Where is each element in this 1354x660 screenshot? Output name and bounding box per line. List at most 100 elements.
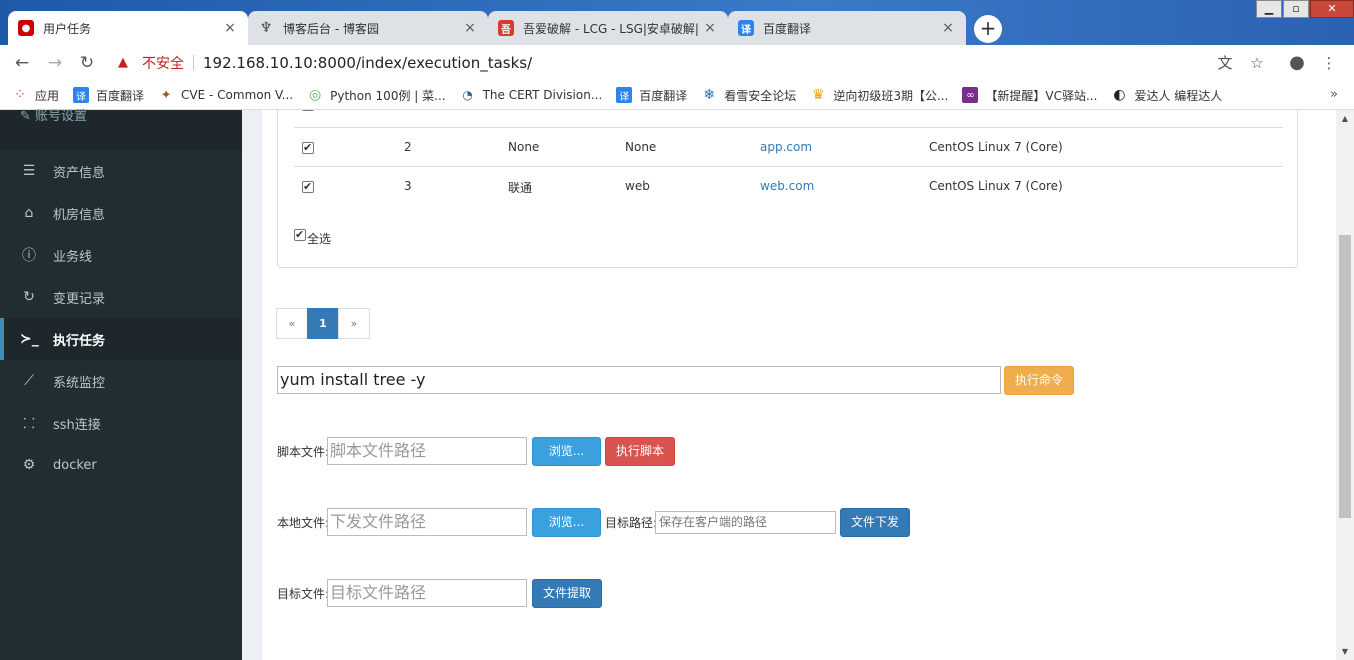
star-icon[interactable]: ☆ (1246, 52, 1268, 74)
close-icon[interactable]: × (702, 20, 718, 36)
host-os: CentOS Linux 7 (Core) (929, 179, 1063, 193)
sidebar: ✎ 账号设置 ☰ 资产信息 ⌂ 机房信息 ⓘ 业务线 ↻ 变更记录 ≻_ 执行任… (0, 110, 242, 660)
home-icon: ⌂ (24, 205, 34, 221)
pagination-next[interactable]: » (338, 308, 370, 339)
address-bar[interactable]: ▲ 不安全 192.168.10.10:8000/index/execution… (110, 49, 1210, 77)
minimize-button[interactable]: ▁ (1256, 0, 1282, 18)
tab-52pojie[interactable]: 吾 吾爱破解 - LCG - LSG|安卓破解| × (488, 11, 728, 45)
maximize-button[interactable]: ▫ (1283, 0, 1309, 18)
tab-user-tasks[interactable]: ● 用户任务 × (8, 11, 248, 45)
baidu-translate-icon: 译 (73, 87, 90, 103)
tab-title: 吾爱破解 - LCG - LSG|安卓破解| (523, 21, 699, 36)
script-browse-button[interactable]: 浏览... (532, 437, 601, 466)
menu-icon[interactable]: ⋮ (1318, 52, 1340, 74)
script-file-path-input[interactable]: 脚本文件路径 (327, 437, 527, 465)
pagination-page-current[interactable]: 1 (307, 308, 339, 339)
host-business: None (625, 140, 657, 154)
warning-icon[interactable]: ▲ (118, 56, 134, 70)
execute-script-button[interactable]: 执行脚本 (605, 437, 675, 466)
page-scrollbar[interactable]: ▲ ▼ (1336, 110, 1354, 660)
host-business: web (625, 179, 650, 193)
back-button[interactable]: ← (11, 52, 33, 74)
bookmark-label: CVE - Common V... (181, 88, 294, 102)
sidebar-item-ssh[interactable]: ⸬ ssh连接 (0, 402, 242, 444)
host-os: CentOS Linux 7 (Core) (929, 140, 1063, 154)
bookmark-item[interactable]: ◎ Python 100例 | 菜... (307, 87, 446, 104)
sidebar-item-idc[interactable]: ⌂ 机房信息 (0, 192, 242, 234)
send-file-button[interactable]: 文件下发 (840, 508, 910, 537)
scroll-down-icon[interactable]: ▼ (1336, 643, 1354, 660)
sidebar-item-assets[interactable]: ☰ 资产信息 (0, 150, 242, 192)
sidebar-item-label: 业务线 (53, 249, 93, 265)
bookmark-item[interactable]: 译 百度翻译 (616, 87, 687, 104)
tab-title: 百度翻译 (763, 21, 812, 36)
bookmark-label: 爱达人 编程达人 (1134, 88, 1223, 103)
row-checkbox[interactable] (302, 180, 314, 194)
close-icon[interactable]: × (940, 20, 956, 36)
sidebar-item-business[interactable]: ⓘ 业务线 (0, 234, 242, 276)
bookmark-item[interactable]: ♛ 逆向初级班3期【公... (810, 87, 948, 104)
pagination-prev[interactable]: « (276, 308, 308, 339)
bookmark-item[interactable]: ∞ 【新提醒】VC驿站... (962, 87, 1097, 104)
bookmark-label: 【新提醒】VC驿站... (985, 88, 1098, 103)
upload-file-path-input[interactable]: 下发文件路径 (327, 508, 527, 536)
host-link[interactable]: web.com (760, 179, 814, 193)
tab-cnblogs[interactable]: ♆ 博客后台 - 博客园 × (248, 11, 488, 45)
hosts-panel: 2 None None app.com CentOS Linux 7 (Core… (277, 110, 1298, 268)
table-row (294, 110, 1283, 127)
translate-icon[interactable]: 文 (1214, 52, 1236, 74)
target-file-path-input[interactable]: 目标文件路径 (327, 579, 527, 607)
execute-command-button[interactable]: 执行命令 (1004, 366, 1074, 395)
sidebar-item-label: 资产信息 (53, 165, 106, 181)
select-all-checkbox[interactable] (294, 228, 306, 242)
bookmark-item[interactable]: ✦ CVE - Common V... (158, 87, 294, 103)
scroll-up-icon[interactable]: ▲ (1336, 110, 1354, 127)
terminal-icon: ≻_ (20, 331, 39, 347)
bookmark-item[interactable]: ◐ 爱达人 编程达人 (1111, 87, 1222, 104)
host-id: 3 (404, 179, 412, 193)
bookmark-item[interactable]: ◔ The CERT Division... (460, 87, 602, 103)
bookmark-item[interactable]: ❄ 看雪安全论坛 (701, 87, 796, 104)
row-checkbox[interactable] (302, 141, 314, 155)
close-icon[interactable]: × (222, 20, 238, 36)
profile-icon[interactable]: ● (1286, 52, 1308, 74)
aidaren-icon: ◐ (1113, 87, 1126, 103)
select-all-label: 全选 (307, 232, 332, 246)
row-checkbox[interactable] (302, 110, 314, 111)
sidebar-item-label: docker (53, 457, 97, 473)
bookmark-item[interactable]: 译 百度翻译 (73, 87, 144, 104)
new-tab-button[interactable]: + (974, 15, 1002, 43)
bookmarks-overflow-icon[interactable]: » (1330, 87, 1338, 102)
upload-browse-button[interactable]: 浏览... (532, 508, 601, 537)
apps-grid-icon: ⁘ (14, 87, 26, 103)
runoob-icon: ◎ (309, 87, 322, 103)
sidebar-item-changelog[interactable]: ↻ 变更记录 (0, 276, 242, 318)
close-icon[interactable]: × (462, 20, 478, 36)
tab-baidu-translate[interactable]: 译 百度翻译 × (728, 11, 966, 45)
sidebar-item-execute-tasks[interactable]: ≻_ 执行任务 (0, 318, 242, 360)
browser-toolbar: ← → ↻ ▲ 不安全 192.168.10.10:8000/index/exe… (0, 45, 1354, 81)
sidebar-item-label: ssh连接 (53, 417, 101, 433)
insecure-label[interactable]: 不安全 (142, 53, 184, 73)
bookmark-label: 逆向初级班3期【公... (833, 88, 949, 103)
target-path-input[interactable]: 保存在客户端的路径 (655, 511, 836, 534)
sidebar-item-docker[interactable]: ⚙ docker (0, 444, 242, 486)
forward-button[interactable]: → (44, 52, 66, 74)
bookmark-label: 看雪安全论坛 (724, 88, 797, 103)
reload-button[interactable]: ↻ (76, 52, 98, 74)
sidebar-item-monitor[interactable]: ⟋ 系统监控 (0, 360, 242, 402)
url-text[interactable]: 192.168.10.10:8000/index/execution_tasks… (203, 54, 532, 72)
bookmark-apps[interactable]: ⁘ 应用 (12, 87, 59, 104)
redhat-icon: ● (18, 20, 34, 36)
cve-icon: ✦ (160, 87, 172, 103)
sidebar-item-label: 执行任务 (53, 333, 106, 349)
sidebar-item-account-settings[interactable]: ✎ 账号设置 (0, 110, 242, 150)
local-file-label: 本地文件: (277, 516, 330, 530)
divider (193, 55, 194, 71)
host-link[interactable]: app.com (760, 140, 812, 154)
bookmark-label: 应用 (35, 88, 60, 103)
scrollbar-thumb[interactable] (1339, 235, 1351, 518)
window-close-button[interactable]: ✕ (1310, 0, 1354, 18)
command-input[interactable]: yum install tree -y (277, 366, 1001, 394)
fetch-file-button[interactable]: 文件提取 (532, 579, 602, 608)
